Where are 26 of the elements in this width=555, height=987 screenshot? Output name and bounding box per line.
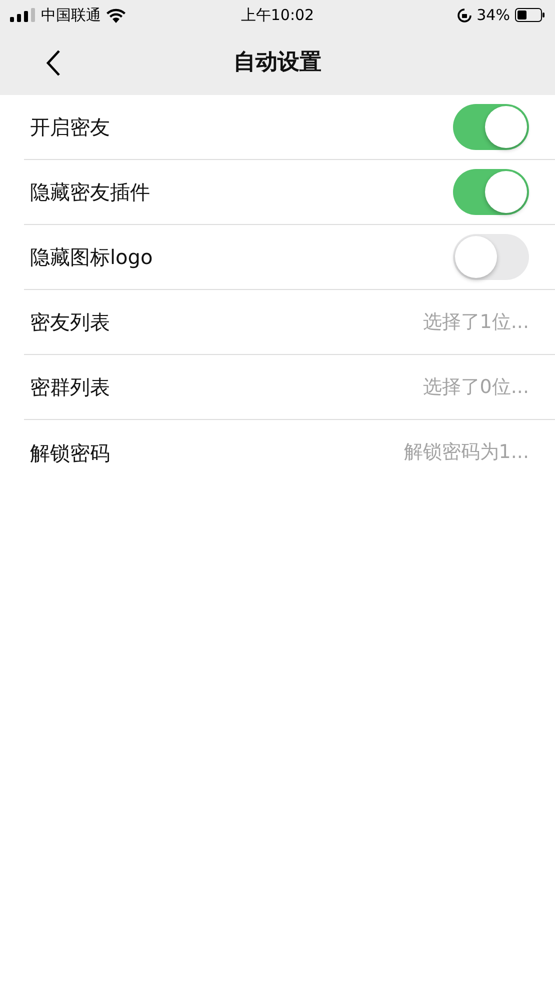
- toggle-switch[interactable]: [453, 104, 529, 150]
- row-label: 隐藏密友插件: [30, 179, 150, 206]
- settings-row[interactable]: 开启密友: [24, 95, 555, 160]
- row-label: 解锁密码: [30, 440, 110, 466]
- carrier-name: 中国联通: [41, 4, 101, 26]
- row-label: 开启密友: [30, 114, 110, 141]
- settings-row[interactable]: 隐藏密友插件: [24, 160, 555, 225]
- settings-row[interactable]: 密群列表 选择了0位...: [24, 355, 555, 420]
- wifi-icon: [106, 8, 126, 22]
- row-value: 选择了0位...: [422, 374, 529, 400]
- settings-row[interactable]: 解锁密码 解锁密码为1...: [24, 420, 555, 485]
- battery-percent: 34%: [476, 4, 510, 26]
- battery-icon: [514, 8, 545, 22]
- signal-icon: [10, 8, 36, 22]
- row-value: 解锁密码为1...: [404, 440, 529, 466]
- toggle-switch[interactable]: [453, 234, 529, 280]
- clock-time: 上午10:02: [240, 4, 316, 26]
- row-label: 密友列表: [30, 309, 110, 336]
- row-value: 选择了1位...: [422, 310, 529, 335]
- settings-row[interactable]: 隐藏图标logo: [24, 225, 555, 290]
- settings-row[interactable]: 密友列表 选择了1位...: [24, 290, 555, 355]
- row-label: 隐藏图标logo: [30, 244, 153, 271]
- page-title: 自动设置: [234, 49, 322, 77]
- toggle-switch[interactable]: [453, 169, 529, 215]
- rotation-lock-icon: [456, 8, 472, 22]
- row-label: 密群列表: [30, 374, 110, 401]
